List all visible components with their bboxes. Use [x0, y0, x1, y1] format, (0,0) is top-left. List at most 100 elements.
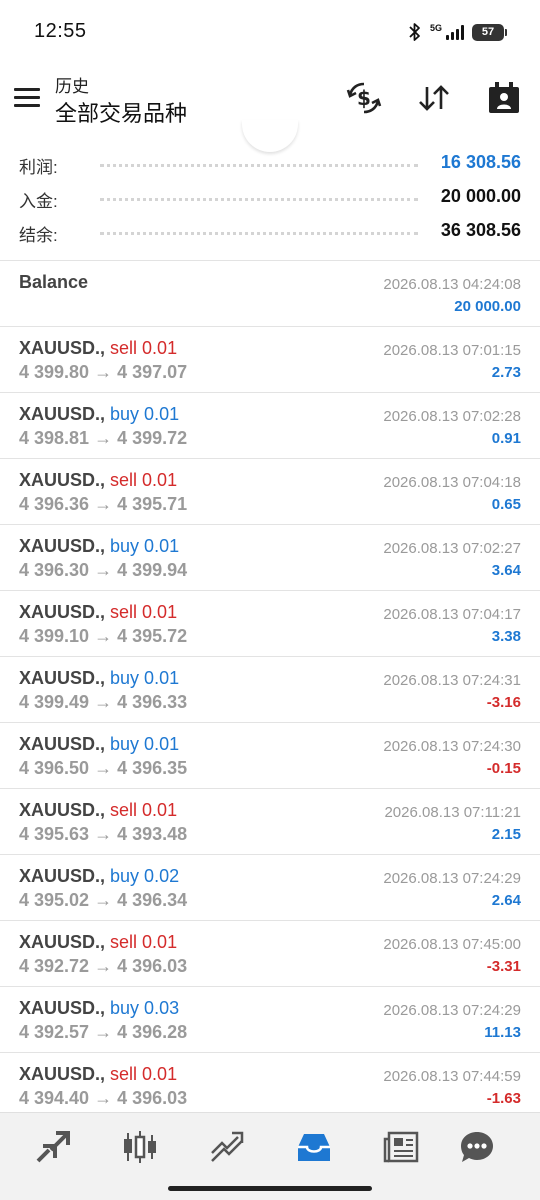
- quotes-icon: [36, 1131, 70, 1163]
- symbol-name: XAUUSD.,: [19, 536, 106, 556]
- symbol-name: XAUUSD.,: [19, 1064, 106, 1084]
- deal-side: buy 0.01: [110, 536, 180, 556]
- deal-symbol: XAUUSD., buy 0.01: [19, 668, 179, 689]
- arrow-icon: →: [94, 428, 113, 448]
- balance-row[interactable]: Balance 2026.08.13 04:24:08 20 000.00: [0, 261, 540, 327]
- nav-quotes[interactable]: [31, 1127, 75, 1167]
- home-indicator[interactable]: [168, 1186, 372, 1191]
- close-price: 4 396.35: [117, 758, 188, 778]
- deal-profit: 0.65: [491, 496, 521, 513]
- deal-time: 2026.08.13 07:11:21: [384, 804, 521, 821]
- deal-profit: 0.91: [491, 430, 521, 447]
- deal-time: 2026.08.13 07:02:27: [383, 540, 521, 557]
- open-price: 4 392.72: [19, 956, 90, 976]
- nav-news[interactable]: [379, 1127, 423, 1167]
- deal-row[interactable]: XAUUSD., buy 0.02 4 395.02 → 4 396.34 2026.0…: [0, 855, 540, 921]
- calendar-icon: [489, 82, 519, 113]
- sort-button[interactable]: [415, 80, 453, 116]
- signal-icon: [446, 24, 464, 40]
- deal-time: 2026.08.13 07:24:30: [383, 738, 521, 755]
- deal-row[interactable]: XAUUSD., buy 0.03 4 392.57 → 4 396.28 2026.0…: [0, 987, 540, 1053]
- deal-time: 2026.08.13 07:04:17: [383, 606, 521, 623]
- chat-icon: [461, 1132, 493, 1162]
- menu-icon[interactable]: [14, 88, 40, 108]
- deal-side: buy 0.03: [110, 998, 180, 1018]
- summary-label: 结余:: [19, 226, 58, 245]
- deal-symbol: XAUUSD., buy 0.01: [19, 404, 179, 425]
- deal-row[interactable]: XAUUSD., sell 0.01 4 395.63 → 4 393.48 2026.…: [0, 789, 540, 855]
- close-price: 4 395.72: [117, 626, 188, 646]
- deal-row[interactable]: XAUUSD., sell 0.01 4 394.40 → 4 396.03 2026.…: [0, 1053, 540, 1119]
- deal-time: 2026.08.13 07:24:29: [383, 870, 521, 887]
- deal-side: sell 0.01: [110, 1064, 178, 1084]
- symbol-name: XAUUSD.,: [19, 668, 106, 688]
- deal-row[interactable]: XAUUSD., buy 0.01 4 396.30 → 4 399.94 2026.0…: [0, 525, 540, 591]
- summary-value: 16 308.56: [440, 152, 521, 172]
- symbol-name: XAUUSD.,: [19, 602, 106, 622]
- header-subtitle: 历史: [55, 77, 89, 96]
- arrow-icon: →: [94, 824, 113, 844]
- symbol-name: XAUUSD.,: [19, 470, 106, 490]
- close-price: 4 396.28: [117, 1022, 188, 1042]
- close-price: 4 396.33: [117, 692, 188, 712]
- calendar-button[interactable]: [485, 80, 523, 116]
- deal-row[interactable]: XAUUSD., sell 0.01 4 399.10 → 4 395.72 2026.…: [0, 591, 540, 657]
- symbol-name: XAUUSD.,: [19, 734, 106, 754]
- arrow-icon: →: [94, 1088, 113, 1108]
- header-title[interactable]: 全部交易品种: [55, 96, 187, 128]
- summary-row-profit: 利润: 16 308.56: [0, 146, 540, 180]
- deal-profit: 2.73: [491, 364, 521, 381]
- nav-chat[interactable]: [455, 1127, 499, 1167]
- deal-symbol: XAUUSD., buy 0.03: [19, 998, 179, 1019]
- summary-value: 20 000.00: [440, 186, 521, 206]
- nav-chart[interactable]: [118, 1127, 162, 1167]
- nav-trade[interactable]: [205, 1127, 249, 1167]
- chart-icon: [124, 1131, 156, 1163]
- deal-side: sell 0.01: [110, 932, 178, 952]
- open-price: 4 396.50: [19, 758, 90, 778]
- arrow-icon: →: [94, 890, 113, 910]
- arrow-icon: →: [94, 1022, 113, 1042]
- deal-profit: -3.31: [486, 958, 521, 975]
- deal-symbol: XAUUSD., sell 0.01: [19, 470, 177, 491]
- status-bar: 12:55 5G 57: [0, 0, 540, 64]
- battery-icon: 57: [472, 23, 507, 41]
- deal-row[interactable]: XAUUSD., sell 0.01 4 392.72 → 4 396.03 2026.…: [0, 921, 540, 987]
- arrow-icon: →: [94, 956, 113, 976]
- balance-label: Balance: [19, 272, 89, 292]
- close-price: 4 399.94: [117, 560, 188, 580]
- deal-row[interactable]: XAUUSD., buy 0.01 4 398.81 → 4 399.72 2026.0…: [0, 393, 540, 459]
- deal-symbol: XAUUSD., buy 0.01: [19, 734, 179, 755]
- deal-row[interactable]: XAUUSD., sell 0.01 4 399.80 → 4 397.07 2026.…: [0, 327, 540, 393]
- nav-history[interactable]: [292, 1127, 336, 1167]
- symbol-name: XAUUSD.,: [19, 932, 106, 952]
- sort-icon: [419, 85, 449, 111]
- deal-profit: -1.63: [486, 1090, 521, 1107]
- deal-side: sell 0.01: [110, 470, 178, 490]
- arrow-icon: →: [94, 560, 113, 580]
- deal-row[interactable]: XAUUSD., sell 0.01 4 396.36 → 4 395.71 2026.…: [0, 459, 540, 525]
- open-price: 4 392.57: [19, 1022, 90, 1042]
- summary-row-deposit: 入金: 20 000.00: [0, 180, 540, 214]
- deal-time: 2026.08.13 07:45:00: [383, 936, 521, 953]
- summary-label: 入金:: [19, 192, 58, 211]
- deal-profit: 11.13: [484, 1024, 521, 1041]
- network-label: 5G: [429, 22, 442, 33]
- open-price: 4 399.80: [19, 362, 90, 382]
- deal-profit: 2.15: [491, 826, 521, 843]
- deal-prices: 4 398.81 → 4 399.72: [19, 428, 187, 449]
- deal-prices: 4 392.72 → 4 396.03: [19, 956, 187, 977]
- deals-list: Balance 2026.08.13 04:24:08 20 000.00 XA…: [0, 261, 540, 1119]
- deal-prices: 4 396.36 → 4 395.71: [19, 494, 187, 515]
- dollar-exchange-button[interactable]: $: [345, 80, 383, 116]
- deal-prices: 4 396.50 → 4 396.35: [19, 758, 187, 779]
- deal-profit: 3.64: [491, 562, 521, 579]
- deal-time: 2026.08.13 07:04:18: [383, 474, 521, 491]
- close-price: 4 396.03: [117, 956, 188, 976]
- deal-row[interactable]: XAUUSD., buy 0.01 4 399.49 → 4 396.33 2026.0…: [0, 657, 540, 723]
- deal-prices: 4 399.80 → 4 397.07: [19, 362, 187, 383]
- deal-profit: 2.64: [491, 892, 521, 909]
- summary-value: 36 308.56: [440, 220, 521, 240]
- deal-row[interactable]: XAUUSD., buy 0.01 4 396.50 → 4 396.35 2026.0…: [0, 723, 540, 789]
- deal-prices: 4 392.57 → 4 396.28: [19, 1022, 187, 1043]
